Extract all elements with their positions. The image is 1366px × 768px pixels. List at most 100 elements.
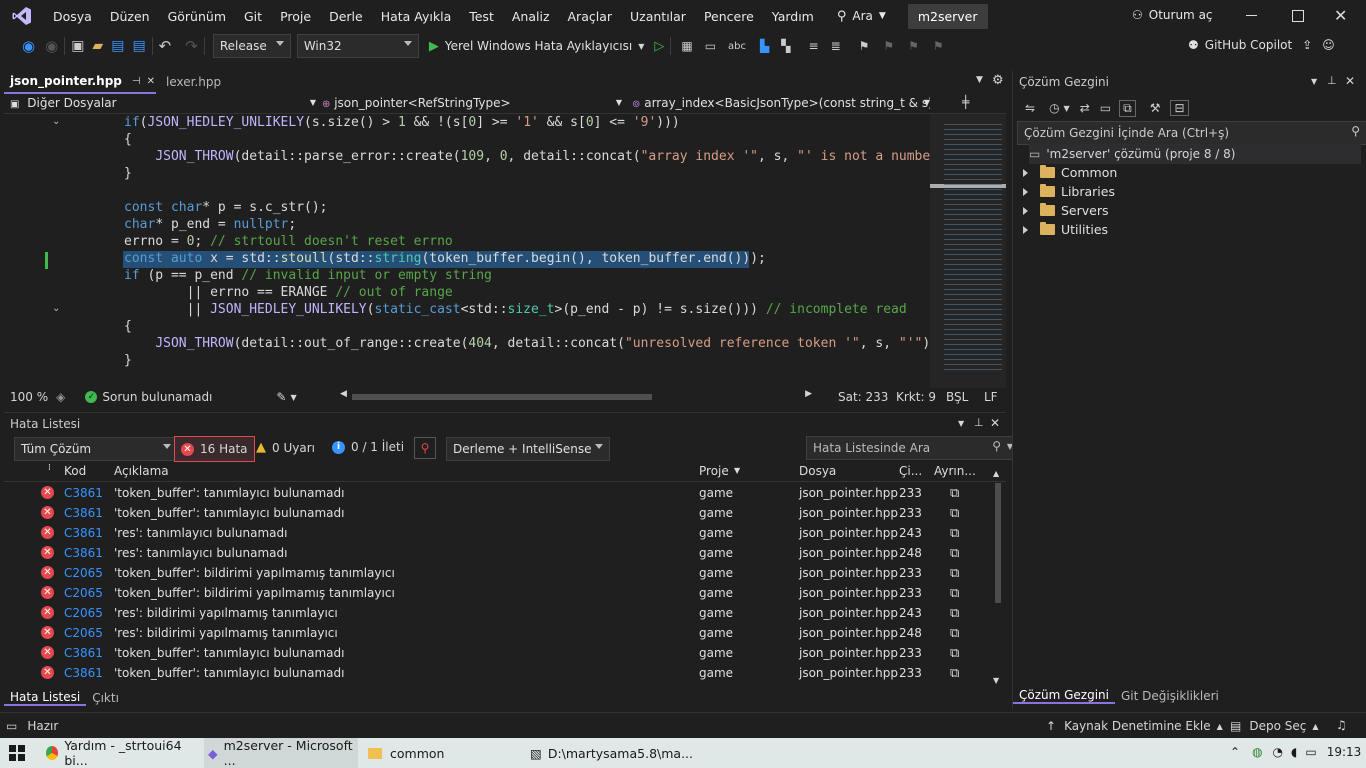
expand-icon[interactable] <box>1023 225 1028 234</box>
wifi-icon[interactable]: ◔ <box>1273 745 1283 759</box>
expand-icon[interactable] <box>1023 187 1028 196</box>
chevron-up-icon[interactable]: ⌃ <box>1230 745 1240 759</box>
column-suppression[interactable]: Ayrın... <box>934 464 976 478</box>
tab-lexer[interactable]: lexer.hpp <box>160 71 262 93</box>
show-all-icon[interactable]: ⧉ <box>1119 99 1136 117</box>
menu-item[interactable]: Görünüm <box>159 9 235 24</box>
globe-icon[interactable]: ◍ <box>1252 745 1262 759</box>
class-dropdown[interactable]: ⊕ json_pointer<RefStringType> ▼ <box>322 96 622 110</box>
menu-item[interactable]: Yardım <box>763 9 823 24</box>
scrollbar-thumb[interactable] <box>994 116 1004 378</box>
taskbar-item-explorer[interactable]: common <box>368 738 518 768</box>
minimize-button[interactable] <box>1246 15 1257 16</box>
warnings-filter-button[interactable]: ▲ 0 Uyarı <box>256 440 315 455</box>
share-icon[interactable]: ⇪ <box>1302 38 1312 52</box>
table-row[interactable]: ✕ C3861 'token_buffer': tanımlayıcı buluna… <box>4 663 990 683</box>
copilot-button[interactable]: ⚉ GitHub Copilot ⇪ ☺ <box>1188 38 1335 52</box>
bookmark-icon[interactable]: ⚑ <box>883 39 894 53</box>
menu-item[interactable]: Derle <box>320 9 372 24</box>
messages-filter-button[interactable]: i 0 / 1 İleti <box>332 440 404 454</box>
toolbar-icon[interactable]: abc <box>728 41 746 52</box>
line-indicator[interactable]: Sat: 233 <box>838 390 888 404</box>
scope-filter-dropdown[interactable]: Tüm Çözüm <box>14 437 178 461</box>
bookmark-icon[interactable]: ⚑ <box>908 39 919 53</box>
start-without-debug-icon[interactable]: ▷ <box>654 39 664 54</box>
member-dropdown[interactable]: ⊚ array_index<BasicJsonType>(const strin… <box>632 96 930 110</box>
search-button[interactable]: ⚲ Ara ▼ <box>837 9 886 24</box>
preview-icon[interactable]: ⊟ <box>1170 100 1189 116</box>
solution-node[interactable]: ▭ 'm2server' çözümü (proje 8 / 8) <box>1029 144 1361 164</box>
toolbar-icon[interactable]: ≡ <box>809 39 819 53</box>
scrollbar-thumb[interactable] <box>995 483 1001 603</box>
menu-item[interactable]: Analiz <box>503 9 559 24</box>
back-icon[interactable]: ◉ <box>22 37 35 55</box>
menu-item[interactable]: Test <box>460 9 503 24</box>
output-icon[interactable]: ▭ <box>6 719 17 733</box>
eol-indicator[interactable]: LF <box>984 390 998 404</box>
menu-item[interactable]: Proje <box>271 9 320 24</box>
chevron-down-icon[interactable]: ▼ <box>290 393 296 402</box>
toolbar-icon[interactable]: ▚ <box>781 39 790 53</box>
table-row[interactable]: ✕ C3861 'res': tanımlayıcı bulunamadı game j… <box>4 543 990 563</box>
menu-item[interactable]: Pencere <box>695 9 763 24</box>
taskbar-item-visual-studio[interactable]: ◆ m2server - Microsoft ... <box>204 738 358 768</box>
undo-icon[interactable]: ↶ <box>159 37 172 55</box>
menu-item[interactable]: Git <box>235 9 271 24</box>
clock[interactable]: 19:13 <box>1327 745 1362 759</box>
error-search-input[interactable]: Hata Listesinde Ara ⚲ ▼ <box>806 436 1016 460</box>
collapse-all-icon[interactable]: ▭ <box>1100 101 1111 115</box>
table-row[interactable]: ✕ C3861 'res': tanımlayıcı bulunamadı game j… <box>4 523 990 543</box>
tab-output[interactable]: Çıktı <box>86 691 125 705</box>
signin-button[interactable]: ⚇ Oturum aç <box>1132 8 1213 22</box>
maximize-button[interactable] <box>1292 10 1304 22</box>
tab-solution-explorer[interactable]: Çözüm Gezgini <box>1013 688 1115 704</box>
chevron-down-icon[interactable]: ▼ <box>976 75 983 85</box>
filter-icon[interactable]: ⚲ <box>414 437 436 459</box>
table-row[interactable]: ✕ C3861 'token_buffer': tanımlayıcı buluna… <box>4 483 990 503</box>
taskbar-item-notepad[interactable]: ▧ D:\martysama5.8\ma... <box>530 738 693 768</box>
close-icon[interactable]: ✕ <box>990 416 1000 430</box>
properties-icon[interactable]: ⚒ <box>1150 101 1161 115</box>
forward-icon[interactable]: ◉ <box>45 37 58 55</box>
windows-start-icon[interactable] <box>8 744 26 762</box>
table-row[interactable]: ✕ C3861 'token_buffer': tanımlayıcı buluna… <box>4 643 990 663</box>
code-editor[interactable]: ⌄ ⌄ if(JSON_HEDLEY_UNLIKELY(s.size() > 1… <box>4 114 930 388</box>
gear-icon[interactable]: ⚙ <box>992 73 1004 88</box>
collapse-icon[interactable]: ⌄ <box>52 116 60 127</box>
bookmark-icon[interactable]: ⚑ <box>859 39 870 53</box>
save-all-icon[interactable]: ▤ <box>132 38 145 54</box>
taskbar-item-chrome[interactable]: Yardım - _strtoui64 bi... <box>46 738 192 768</box>
menu-item[interactable]: Araçlar <box>559 9 622 24</box>
chevron-down-icon[interactable]: ▼ <box>1064 104 1070 113</box>
open-folder-icon[interactable]: ▰ <box>92 38 103 54</box>
toolbar-icon[interactable]: ≣ <box>831 39 841 53</box>
collapse-icon[interactable]: ⌄ <box>52 303 60 314</box>
tree-item-folder[interactable]: Libraries <box>1018 182 1115 201</box>
bookmark-icon[interactable]: ⚑ <box>933 39 944 53</box>
source-filter-dropdown[interactable]: Derleme + IntelliSense <box>446 437 610 461</box>
close-icon[interactable]: ✕ <box>147 76 155 87</box>
error-list-scrollbar[interactable]: ▲ ▼ <box>992 469 1004 685</box>
solution-search-input[interactable]: Çözüm Gezgini İçinde Ara (Ctrl+ş) ⚲ ▼ <box>1017 121 1366 145</box>
switch-view-icon[interactable]: ⇄ <box>1080 101 1090 115</box>
tree-item-folder[interactable]: Servers <box>1018 201 1109 220</box>
horizontal-scrollbar[interactable]: ◀ ▶ <box>340 389 812 402</box>
table-row[interactable]: ✕ C3861 'token_buffer': tanımlayıcı buluna… <box>4 503 990 523</box>
pin-icon[interactable]: ⊥ <box>974 416 984 429</box>
tab-error-list[interactable]: Hata Listesi <box>4 690 87 706</box>
column-project[interactable]: Proje <box>699 464 729 478</box>
chevron-down-icon[interactable]: ▼ <box>1311 77 1317 86</box>
tab-git-changes[interactable]: Git Değişiklikleri <box>1115 689 1225 703</box>
table-row[interactable]: ✕ C2065 'res': bildirimi yapılmamış tanıml… <box>4 623 990 643</box>
column-line[interactable]: Çi... <box>899 464 922 478</box>
column-file[interactable]: Dosya <box>799 464 836 478</box>
menu-item[interactable]: Uzantılar <box>621 9 695 24</box>
tree-item-folder[interactable]: Common <box>1018 163 1117 182</box>
minimap[interactable] <box>930 114 1006 388</box>
expand-icon[interactable] <box>1023 168 1028 177</box>
notifications-icon[interactable]: ♫ <box>1336 718 1347 732</box>
toolbar-icon[interactable]: ▦ <box>681 39 692 53</box>
speaker-icon[interactable]: ◖ <box>1291 745 1297 759</box>
scrollbar-thumb[interactable] <box>352 394 652 400</box>
column-code[interactable]: Kod <box>64 464 86 478</box>
